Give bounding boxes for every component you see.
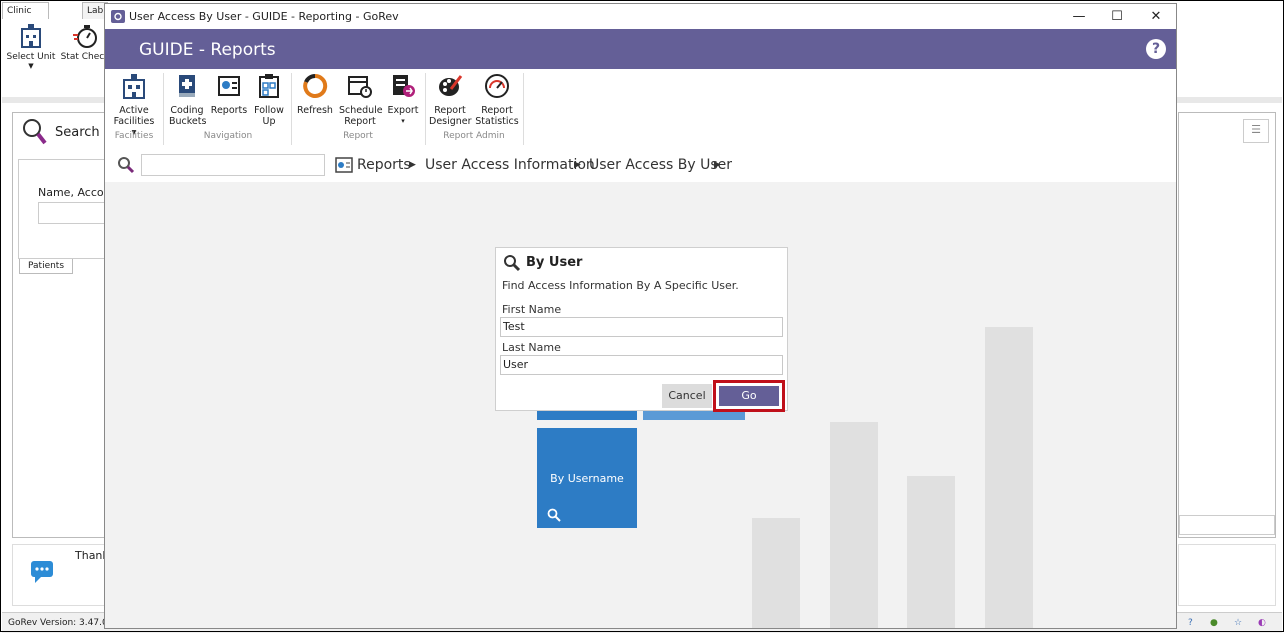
minimize-button[interactable]: — xyxy=(1059,4,1099,29)
search-icon xyxy=(504,255,521,272)
first-name-input[interactable]: Test xyxy=(500,317,783,337)
schedule-report-label-1: Schedule xyxy=(339,105,383,116)
breadcrumb-separator-icon: ▶ xyxy=(714,160,721,170)
by-user-dialog: By User Find Access Information By A Spe… xyxy=(495,247,788,412)
ribbon-separator xyxy=(291,73,292,145)
follow-up-label-1: Follow xyxy=(254,105,284,116)
reports-label: Reports xyxy=(210,105,248,116)
gorev-logo-icon xyxy=(111,10,125,23)
report-designer-button[interactable]: Report Designer xyxy=(429,73,472,127)
active-facilities-button[interactable]: Active Facilities ▾ xyxy=(110,73,158,138)
calendar-icon xyxy=(348,76,372,98)
group-label-facilities: Facilities xyxy=(114,131,154,141)
breadcrumb-separator-icon: ▶ xyxy=(409,160,416,170)
ribbon: Active Facilities ▾ Facilities Coding Bu… xyxy=(105,69,1176,149)
refresh-button[interactable]: Refresh xyxy=(295,73,335,116)
title-bar: User Access By User - GUIDE - Reporting … xyxy=(105,4,1176,29)
last-name-input[interactable]: User xyxy=(500,355,783,375)
decorative-bar xyxy=(830,422,878,628)
group-label-report: Report xyxy=(343,131,373,141)
refresh-label: Refresh xyxy=(297,105,333,116)
palette-icon xyxy=(439,75,463,96)
last-name-label: Last Name xyxy=(502,341,561,354)
export-label-2: ▾ xyxy=(401,117,405,125)
help-icon[interactable]: ? xyxy=(1146,39,1166,59)
export-button[interactable]: Export ▾ xyxy=(385,73,421,127)
cancel-button[interactable]: Cancel xyxy=(662,384,712,408)
first-name-label: First Name xyxy=(502,303,562,316)
report-window: User Access By User - GUIDE - Reporting … xyxy=(104,3,1177,629)
coding-buckets-label-2: Buckets xyxy=(169,116,207,127)
refresh-icon xyxy=(303,73,328,98)
decorative-bar xyxy=(752,518,800,628)
decorative-bar xyxy=(907,476,955,628)
book-plus-icon xyxy=(179,75,195,97)
coding-buckets-label-1: Coding xyxy=(170,105,204,116)
breadcrumb-reports[interactable]: Reports xyxy=(357,148,411,182)
dialog-title: By User xyxy=(526,255,583,270)
schedule-report-button[interactable]: Schedule Report xyxy=(339,73,383,127)
report-statistics-button[interactable]: Report Statistics xyxy=(475,73,519,127)
follow-up-button[interactable]: Follow Up xyxy=(251,73,287,127)
ribbon-separator xyxy=(523,73,524,145)
search-icon[interactable] xyxy=(117,156,135,174)
window-title: User Access By User - GUIDE - Reporting … xyxy=(129,10,399,23)
group-label-navigation: Navigation xyxy=(203,131,253,141)
close-button[interactable]: ✕ xyxy=(1136,4,1176,29)
export-label-1: Export xyxy=(387,105,419,116)
go-button[interactable]: Go xyxy=(719,386,779,406)
reports-button[interactable]: Reports xyxy=(209,73,249,116)
breadcrumb-user-access-information[interactable]: User Access Information xyxy=(425,148,595,182)
group-label-report-admin: Report Admin xyxy=(443,131,505,141)
app-header: GUIDE - Reports ? xyxy=(105,29,1176,69)
report-designer-label-1: Report xyxy=(434,105,466,116)
go-button-highlight: Go xyxy=(713,380,785,412)
decorative-bar xyxy=(985,327,1033,628)
report-statistics-label-1: Report xyxy=(481,105,513,116)
by-username-label: By Username xyxy=(550,472,624,485)
schedule-report-label-2: Report xyxy=(344,116,376,127)
breadcrumb-separator-icon: ▶ xyxy=(574,160,581,170)
search-input[interactable] xyxy=(141,154,325,176)
ribbon-separator xyxy=(163,73,164,145)
follow-up-label-2: Up xyxy=(262,116,276,127)
by-username-tile[interactable]: By Username xyxy=(537,428,637,528)
clipboard-icon xyxy=(259,74,279,98)
hospital-icon xyxy=(123,74,145,99)
navigation-bar: Reports ▶ User Access Information ▶ User… xyxy=(105,148,1176,183)
breadcrumb-user-access-by-user[interactable]: User Access By User xyxy=(589,148,732,182)
page-title: GUIDE - Reports xyxy=(139,40,276,60)
search-icon xyxy=(547,508,561,522)
active-facilities-label-1: Active xyxy=(119,105,149,116)
report-designer-label-2: Designer xyxy=(429,116,472,127)
dialog-subtitle: Find Access Information By A Specific Us… xyxy=(502,279,739,292)
reports-icon xyxy=(335,157,353,173)
gauge-icon xyxy=(485,74,509,98)
report-statistics-label-2: Statistics xyxy=(475,116,519,127)
maximize-button[interactable]: ☐ xyxy=(1097,4,1137,29)
reports-icon xyxy=(218,76,240,96)
coding-buckets-button[interactable]: Coding Buckets xyxy=(169,73,207,127)
ribbon-separator xyxy=(425,73,426,145)
export-icon xyxy=(393,75,415,97)
